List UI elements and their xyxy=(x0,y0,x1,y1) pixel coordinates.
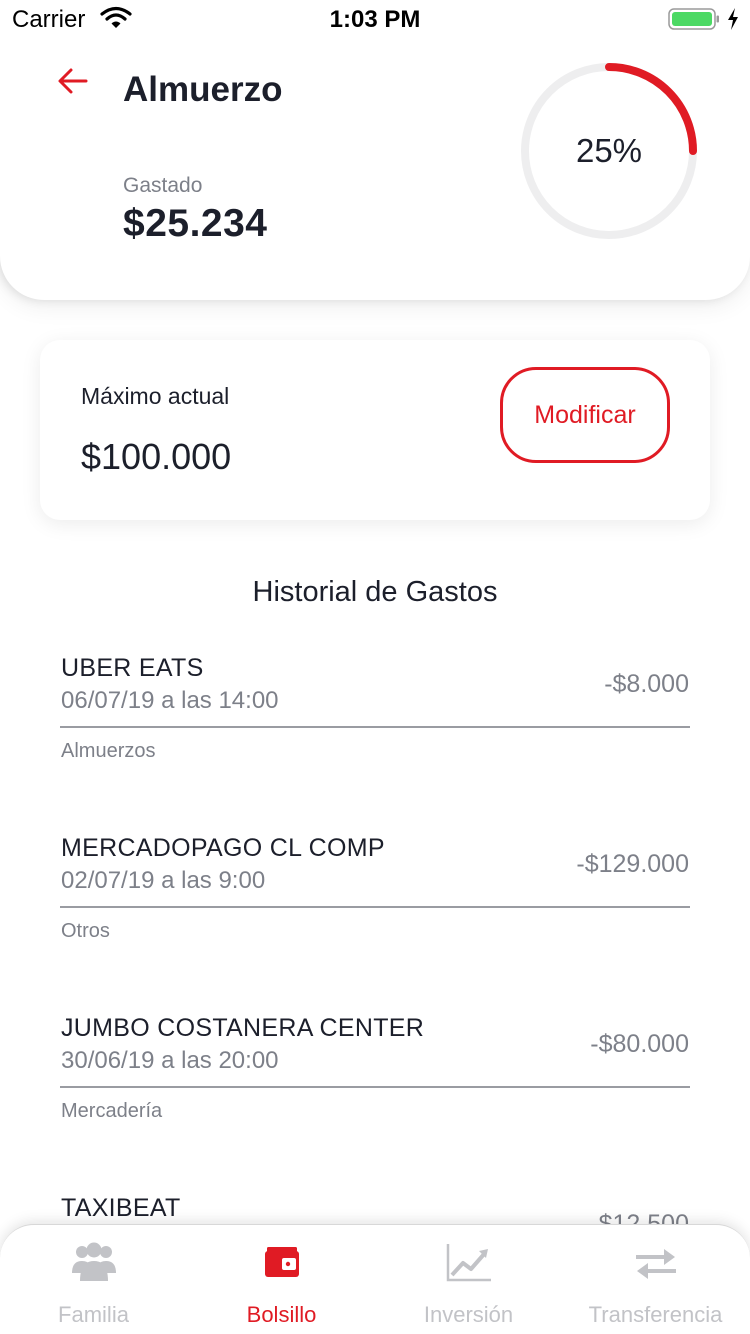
transfer-arrows-icon xyxy=(635,1249,676,1279)
screen: Almuerzo Gastado $25.234 25% Carrier 1:0… xyxy=(0,0,750,1334)
tab-label: Inversión xyxy=(423,1302,514,1327)
tab-label: Familia xyxy=(58,1302,129,1327)
transaction-category: Otros xyxy=(61,920,110,942)
tab-inversion[interactable]: Inversión xyxy=(375,1225,562,1334)
transaction-amount: -$129.000 xyxy=(576,850,689,878)
transaction-amount: -$80.000 xyxy=(590,1030,689,1058)
transaction-date: 06/07/19 a las 14:00 xyxy=(61,687,279,714)
header-card: Almuerzo Gastado $25.234 25% xyxy=(0,0,750,300)
transaction-row[interactable]: JUMBO COSTANERA CENTER 30/06/19 a las 20… xyxy=(60,1014,690,1154)
tab-label: Bolsillo xyxy=(246,1302,317,1327)
transaction-category: Almuerzos xyxy=(61,740,156,762)
divider xyxy=(60,1086,690,1088)
transaction-name: JUMBO COSTANERA CENTER xyxy=(61,1014,425,1042)
divider xyxy=(60,726,690,728)
transaction-category: Mercadería xyxy=(61,1100,163,1122)
status-bar: Carrier 1:03 PM xyxy=(0,0,750,40)
spent-label: Gastado xyxy=(123,174,203,197)
progress-percent: 25% xyxy=(575,132,643,169)
tab-label: Transferencia xyxy=(588,1302,723,1327)
tab-bolsillo[interactable]: Bolsillo xyxy=(188,1225,375,1334)
transaction-row[interactable]: UBER EATS 06/07/19 a las 14:00 -$8.000 A… xyxy=(60,654,690,794)
transaction-date: 30/06/19 a las 20:00 xyxy=(61,1047,279,1074)
back-arrow-icon[interactable] xyxy=(56,64,90,98)
tab-familia[interactable]: Familia xyxy=(0,1225,187,1334)
battery-icon xyxy=(668,8,719,30)
wallet-icon xyxy=(264,1247,299,1277)
transaction-date: 02/07/19 a las 9:00 xyxy=(61,867,266,894)
family-icon xyxy=(71,1242,116,1281)
max-budget-value: $100.000 xyxy=(81,436,232,477)
page-title: Almuerzo xyxy=(123,70,283,109)
transaction-name: MERCADOPAGO CL COMP xyxy=(61,834,385,862)
transaction-amount: -$8.000 xyxy=(604,670,689,698)
history-title: Historial de Gastos xyxy=(252,576,498,608)
charging-bolt-icon xyxy=(728,8,738,30)
max-budget-label: Máximo actual xyxy=(81,383,230,409)
divider xyxy=(60,906,690,908)
investment-chart-icon xyxy=(446,1244,491,1282)
transaction-row[interactable]: MERCADOPAGO CL COMP 02/07/19 a las 9:00 … xyxy=(60,834,690,974)
clock: 1:03 PM xyxy=(329,6,421,33)
tab-bar: Familia Bolsillo Inversión Transferencia xyxy=(0,1224,750,1334)
max-budget-card: Máximo actual $100.000 Modificar xyxy=(40,340,710,520)
transaction-name: TAXIBEAT xyxy=(61,1194,181,1222)
modify-button[interactable]: Modificar xyxy=(500,367,670,463)
transaction-name: UBER EATS xyxy=(61,654,204,682)
spent-value: $25.234 xyxy=(123,202,268,245)
tab-transferencia[interactable]: Transferencia xyxy=(562,1225,749,1334)
